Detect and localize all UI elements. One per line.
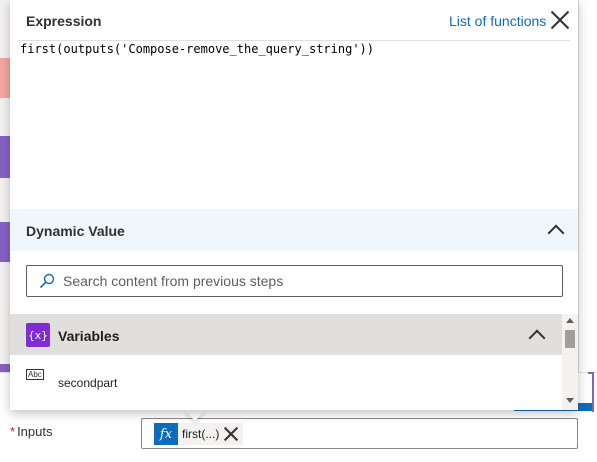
scroll-down-icon[interactable] (566, 398, 574, 403)
variables-section-header[interactable]: {x} Variables (10, 314, 562, 355)
list-item[interactable]: Abc secondpart (10, 356, 562, 396)
inputs-field[interactable]: fx first(...) (141, 418, 578, 449)
vertical-scrollbar[interactable] (562, 314, 578, 410)
variables-title: Variables (58, 328, 120, 344)
scrollbar-thumb[interactable] (565, 330, 575, 348)
scroll-up-icon[interactable] (566, 318, 574, 323)
search-input[interactable] (63, 271, 543, 291)
dynamic-value-header[interactable]: Dynamic Value (10, 209, 578, 251)
expression-token[interactable]: fx first(...) (154, 423, 244, 445)
chevron-up-icon[interactable] (547, 224, 565, 242)
expression-editor[interactable]: first(outputs('Compose-remove_the_query_… (18, 40, 570, 208)
dynamic-value-title: Dynamic Value (26, 223, 125, 239)
card-selection-edge (588, 372, 594, 412)
expression-title: Expression (26, 13, 102, 29)
action-card-edge (0, 136, 10, 178)
variable-name: secondpart (58, 376, 118, 390)
string-type-icon: Abc (26, 369, 44, 380)
list-of-functions-link[interactable]: List of functions (449, 13, 546, 29)
token-label: first(...) (182, 427, 220, 441)
fx-icon: fx (154, 423, 178, 445)
action-card-edge (0, 222, 10, 262)
inputs-label-text: Inputs (17, 424, 53, 439)
remove-token-icon[interactable] (223, 426, 239, 442)
inputs-label: * Inputs (10, 424, 52, 439)
variable-icon: {x} (26, 323, 50, 347)
search-box[interactable] (26, 265, 563, 297)
close-icon[interactable] (550, 10, 570, 30)
popup-header: Expression List of functions (10, 0, 578, 40)
dynamic-content-popup: Expression List of functions first(outpu… (10, 0, 578, 410)
chevron-up-icon[interactable] (528, 329, 546, 347)
required-marker: * (10, 424, 16, 439)
search-icon (39, 273, 55, 289)
